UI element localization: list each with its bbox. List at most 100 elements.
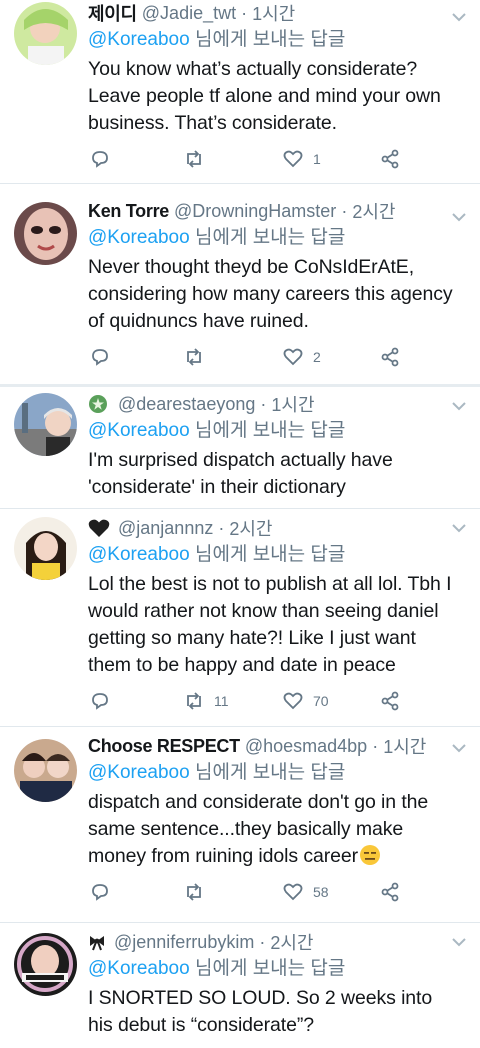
display-name[interactable]: Choose RESPECT bbox=[88, 736, 240, 757]
chevron-down-icon[interactable] bbox=[452, 212, 466, 222]
separator: · bbox=[259, 931, 266, 952]
share-button[interactable] bbox=[380, 882, 400, 902]
tweet-text: You know what’s actually considerate? Le… bbox=[88, 58, 441, 134]
reply-button[interactable] bbox=[90, 882, 110, 902]
timestamp[interactable]: 2시간 bbox=[270, 929, 313, 955]
display-name[interactable]: Ken Torre bbox=[88, 201, 169, 222]
expressionless-face-emoji bbox=[360, 845, 381, 865]
share-button[interactable] bbox=[380, 691, 400, 711]
black-heart-emoji bbox=[88, 519, 110, 537]
reply-label: 님에게 보내는 답글 bbox=[189, 227, 346, 248]
heart-icon bbox=[283, 348, 303, 366]
reply-button[interactable] bbox=[90, 691, 110, 711]
bow-emoji bbox=[90, 936, 104, 951]
tweet-header: Ken Torre @DrowningHamster · 2시간 bbox=[88, 198, 462, 224]
avatar[interactable] bbox=[14, 202, 77, 265]
chevron-down-icon[interactable] bbox=[452, 401, 466, 411]
heart-icon bbox=[283, 883, 303, 901]
timestamp[interactable]: 1시간 bbox=[271, 391, 314, 417]
reply-mention-link[interactable]: @Koreaboo bbox=[88, 29, 190, 50]
like-button[interactable]: 58 bbox=[283, 882, 329, 902]
display-name[interactable]: 제이디 bbox=[88, 0, 137, 26]
username[interactable]: @DrowningHamster bbox=[174, 201, 336, 222]
like-count: 70 bbox=[313, 693, 329, 709]
retweet-icon bbox=[187, 883, 201, 901]
timestamp[interactable]: 2시간 bbox=[352, 198, 395, 224]
username[interactable]: @dearestaeyong bbox=[118, 394, 255, 415]
tweet-header: 제이디 @Jadie_twt · 1시간 bbox=[88, 0, 462, 26]
tweet-text: Never thought theyd be CoNsIdErAtE, cons… bbox=[88, 256, 453, 332]
chevron-down-icon[interactable] bbox=[452, 523, 466, 533]
share-icon bbox=[381, 347, 399, 367]
username[interactable]: @janjannnz bbox=[118, 518, 213, 539]
tweet-header: Choose RESPECT @hoesmad4bp · 1시간 bbox=[88, 733, 462, 759]
separator: · bbox=[218, 517, 225, 538]
tweet-header: @jenniferrubykim · 2시간 bbox=[88, 929, 462, 955]
like-button[interactable]: 2 bbox=[283, 347, 321, 367]
retweet-button[interactable]: 11 bbox=[184, 691, 229, 711]
tweet-janjannnz: @janjannnz · 2시간 @Koreaboo 님에게 보내는 답글 Lo… bbox=[0, 509, 480, 727]
share-icon bbox=[381, 882, 399, 902]
tweet-text: Lol the best is not to publish at all lo… bbox=[88, 573, 452, 676]
timestamp[interactable]: 1시간 bbox=[252, 0, 295, 26]
reply-button[interactable] bbox=[90, 347, 110, 367]
share-button[interactable] bbox=[380, 347, 400, 367]
share-icon bbox=[381, 149, 399, 169]
tweet-drowninghamster: Ken Torre @DrowningHamster · 2시간 @Koreab… bbox=[0, 184, 480, 387]
reply-mention-link[interactable]: @Koreaboo bbox=[88, 544, 190, 565]
tweet-actions: 2 bbox=[88, 335, 462, 379]
retweet-button[interactable] bbox=[184, 347, 214, 367]
reply-label: 님에게 보내는 답글 bbox=[189, 958, 346, 979]
reply-label: 님에게 보내는 답글 bbox=[189, 544, 346, 565]
reply-context: @Koreaboo 님에게 보내는 답글 bbox=[88, 224, 462, 252]
share-icon bbox=[381, 691, 399, 711]
share-button[interactable] bbox=[380, 149, 400, 169]
reply-mention-link[interactable]: @Koreaboo bbox=[88, 762, 190, 783]
username[interactable]: @Jadie_twt bbox=[142, 3, 236, 24]
retweet-button[interactable] bbox=[184, 149, 214, 169]
reply-context: @Koreaboo 님에게 보내는 답글 bbox=[88, 26, 462, 54]
username[interactable]: @jenniferrubykim bbox=[114, 932, 254, 953]
timestamp[interactable]: 1시간 bbox=[383, 733, 426, 759]
retweet-count: 11 bbox=[214, 693, 229, 709]
reply-icon bbox=[92, 349, 108, 366]
separator: · bbox=[260, 393, 267, 414]
avatar[interactable] bbox=[14, 2, 77, 65]
like-button[interactable]: 1 bbox=[283, 149, 321, 169]
separator: · bbox=[372, 735, 379, 756]
reply-label: 님에게 보내는 답글 bbox=[189, 762, 346, 783]
heart-icon bbox=[283, 150, 303, 168]
reply-mention-link[interactable]: @Koreaboo bbox=[88, 227, 190, 248]
green-circle-emoji bbox=[89, 395, 107, 413]
retweet-icon bbox=[187, 692, 201, 710]
tweet-header: @janjannnz · 2시간 bbox=[88, 515, 462, 541]
tweet-text: I SNORTED SO LOUD. So 2 weeks into his d… bbox=[88, 987, 433, 1036]
reply-icon bbox=[92, 884, 108, 901]
reply-icon bbox=[92, 151, 108, 168]
like-count: 1 bbox=[313, 151, 321, 167]
separator: · bbox=[241, 2, 248, 23]
tweet-actions: 11 70 bbox=[88, 679, 462, 723]
retweet-icon bbox=[187, 150, 201, 168]
reply-icon bbox=[92, 693, 108, 710]
reply-context: @Koreaboo 님에게 보내는 답글 bbox=[88, 955, 462, 983]
tweet-text: I'm surprised dispatch actually have 'co… bbox=[88, 449, 393, 498]
tweet-dearestaeyong: @dearestaeyong · 1시간 @Koreaboo 님에게 보내는 답… bbox=[0, 387, 480, 509]
tweet-jadie: 제이디 @Jadie_twt · 1시간 @Koreaboo 님에게 보내는 답… bbox=[0, 0, 480, 184]
reply-mention-link[interactable]: @Koreaboo bbox=[88, 420, 190, 441]
reply-button[interactable] bbox=[90, 149, 110, 169]
reply-mention-link[interactable]: @Koreaboo bbox=[88, 958, 190, 979]
tweet-actions: 1 bbox=[88, 137, 462, 181]
chevron-down-icon[interactable] bbox=[452, 12, 466, 22]
avatar[interactable] bbox=[14, 933, 77, 996]
heart-icon bbox=[283, 692, 303, 710]
avatar[interactable] bbox=[14, 739, 77, 802]
timestamp[interactable]: 2시간 bbox=[229, 515, 272, 541]
chevron-down-icon[interactable] bbox=[452, 743, 466, 753]
username[interactable]: @hoesmad4bp bbox=[245, 736, 367, 757]
avatar[interactable] bbox=[14, 393, 77, 456]
like-button[interactable]: 70 bbox=[283, 691, 329, 711]
avatar[interactable] bbox=[14, 517, 77, 580]
chevron-down-icon[interactable] bbox=[452, 937, 466, 947]
retweet-button[interactable] bbox=[184, 882, 214, 902]
